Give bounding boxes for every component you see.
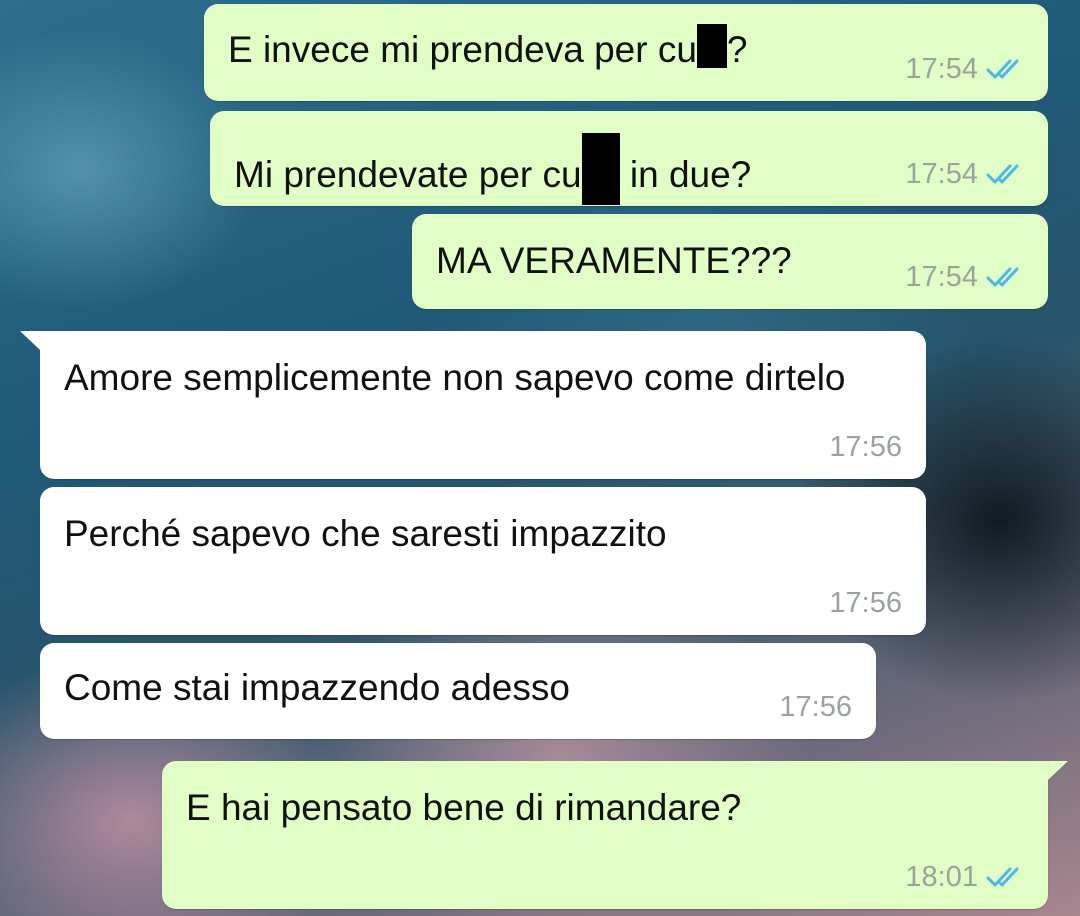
message-meta: 17:54 xyxy=(905,158,1024,190)
message-time: 17:54 xyxy=(905,158,978,190)
message-bubble-incoming[interactable]: Amore semplicemente non sapevo come dirt… xyxy=(40,331,926,479)
message-time: 17:56 xyxy=(829,587,902,619)
message-meta: 17:56 xyxy=(829,587,902,619)
message-meta: 17:56 xyxy=(779,691,852,723)
message-bubble-outgoing[interactable]: E hai pensato bene di rimandare? 18:01 xyxy=(162,761,1048,909)
read-ticks-icon xyxy=(986,867,1019,887)
message-text-part: Mi prendevate per cu xyxy=(234,154,582,195)
message-text-part: E invece mi prendeva per cu xyxy=(228,29,697,70)
redaction-block xyxy=(581,133,620,205)
message-text: Amore semplicemente non sapevo come dirt… xyxy=(64,357,846,398)
message-bubble-outgoing[interactable]: E invece mi prendeva per cu? 17:54 xyxy=(204,4,1048,101)
message-meta: 17:56 xyxy=(829,431,902,463)
message-meta: 17:54 xyxy=(905,261,1024,293)
chat-area[interactable]: E invece mi prendeva per cu? 17:54 Mi pr… xyxy=(0,0,1080,916)
message-meta: 17:54 xyxy=(905,53,1024,85)
message-time: 17:54 xyxy=(905,53,978,85)
message-text: Perché sapevo che saresti impazzito xyxy=(64,513,667,554)
redaction-block xyxy=(696,24,727,68)
read-ticks-icon xyxy=(986,164,1019,184)
message-text: E hai pensato bene di rimandare? xyxy=(186,787,742,828)
read-ticks-icon xyxy=(986,59,1019,79)
message-text: Mi prendevate per cu in due? xyxy=(234,133,751,205)
message-bubble-outgoing[interactable]: Mi prendevate per cu in due? 17:54 xyxy=(210,111,1048,206)
message-time: 17:56 xyxy=(779,691,852,723)
message-time: 17:56 xyxy=(829,431,902,463)
message-time: 17:54 xyxy=(905,261,978,293)
message-bubble-outgoing[interactable]: MA VERAMENTE??? 17:54 xyxy=(412,214,1048,309)
message-text-part: ? xyxy=(726,29,748,70)
message-text-part: in due? xyxy=(619,154,752,195)
message-text-part: MA VERAMENTE??? xyxy=(436,240,792,281)
message-meta: 18:01 xyxy=(905,861,1024,893)
message-time: 18:01 xyxy=(905,861,978,893)
message-text: Come stai impazzendo adesso xyxy=(64,667,570,708)
message-bubble-incoming[interactable]: Come stai impazzendo adesso 17:56 xyxy=(40,643,876,739)
message-bubble-incoming[interactable]: Perché sapevo che saresti impazzito 17:5… xyxy=(40,487,926,635)
message-text: MA VERAMENTE??? xyxy=(436,236,792,286)
message-text: E invece mi prendeva per cu? xyxy=(228,24,748,75)
read-ticks-icon xyxy=(986,267,1019,287)
